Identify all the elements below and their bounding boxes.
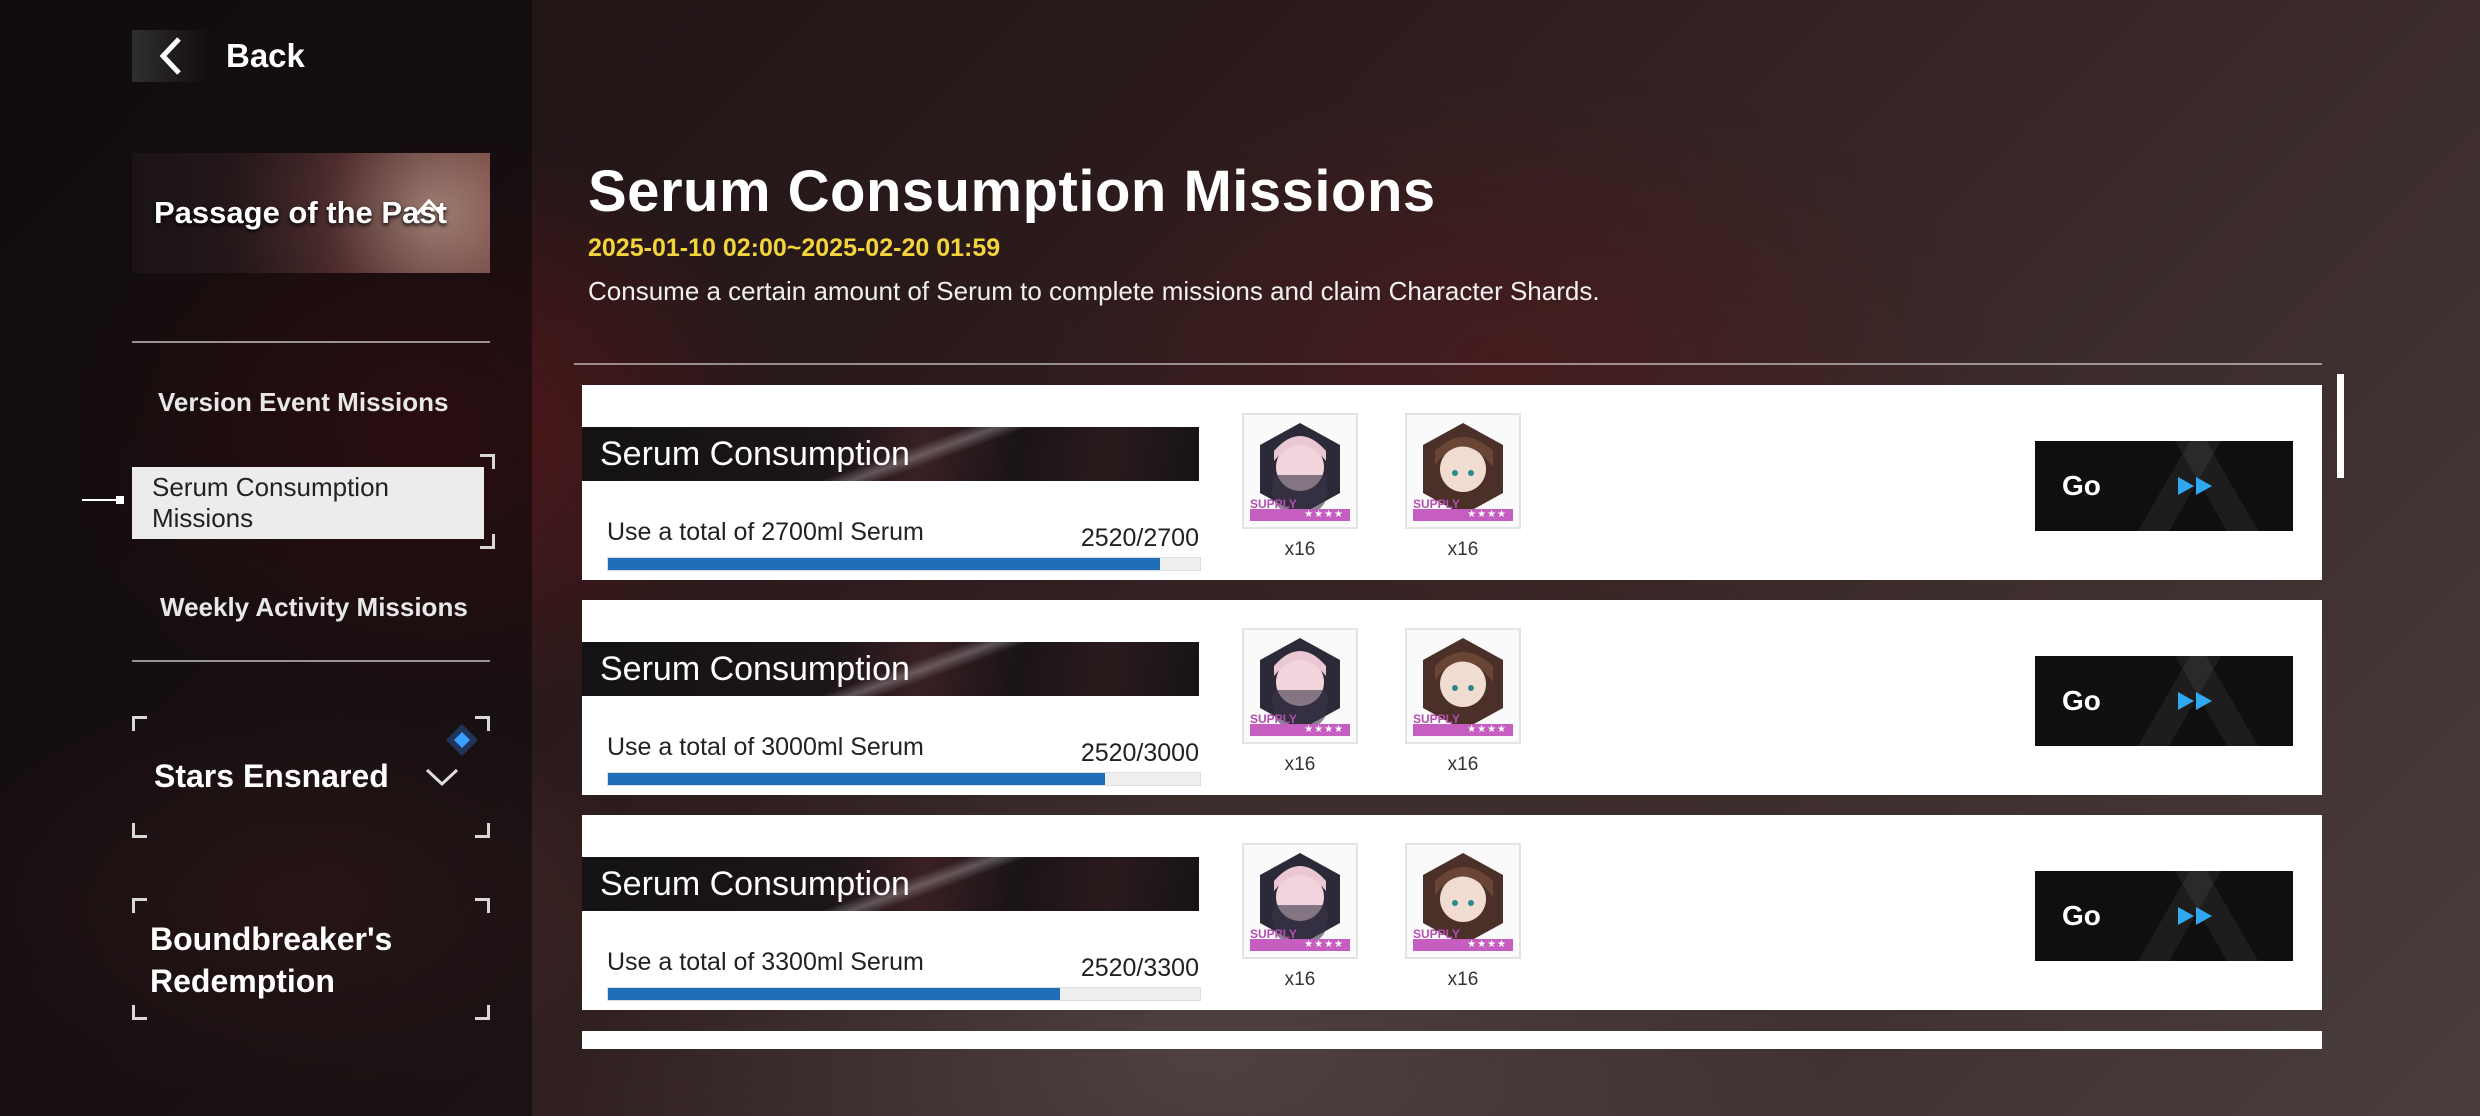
mission-progress-text: 2520/2700 [1080,524,1199,552]
reward-quantity: x16 [1447,969,1479,990]
event-date-range: 2025-01-10 02:00~2025-02-20 01:59 [588,234,1001,262]
go-button-label: Go [2062,900,2101,931]
progress-bar [607,557,1201,571]
scrollbar-thumb[interactable] [2337,374,2344,478]
sidebar-divider [132,660,490,662]
progress-fill [608,558,1161,570]
character-shard-icon: SUPPLY ★★★★ [1405,413,1521,529]
mission-name: Serum Consumption [600,434,910,473]
double-arrow-icon [2178,907,2214,930]
mission-name: Serum Consumption [600,649,910,688]
corner-bracket [475,1005,490,1020]
character-shard-icon: SUPPLY ★★★★ [1405,843,1521,959]
go-button-label: Go [2062,685,2101,716]
reward-item[interactable]: SUPPLY ★★★★ x16 [1242,628,1358,776]
corner-bracket [132,1005,147,1020]
mission-card: Serum Consumption Use a total of 3300ml … [582,815,2322,1010]
mission-progress-text: 2520/3000 [1080,739,1199,767]
back-label: Back [226,37,305,74]
go-button[interactable]: Go [2035,871,2293,961]
corner-bracket [132,898,147,913]
event-description: Consume a certain amount of Serum to com… [588,276,1600,306]
character-shard-icon: SUPPLY ★★★★ [1242,413,1358,529]
mission-header: Serum Consumption [582,642,1199,696]
progress-bar [607,772,1201,786]
reward-quantity: x16 [1284,539,1316,560]
reward-item[interactable]: SUPPLY ★★★★ x16 [1405,628,1521,776]
nav-item-serum-consumption-missions[interactable]: Serum Consumption Missions [132,467,484,539]
reward-item[interactable]: SUPPLY ★★★★ x16 [1242,843,1358,991]
mission-progress-text: 2520/3300 [1080,954,1199,982]
character-shard-icon: SUPPLY ★★★★ [1242,843,1358,959]
reward-item[interactable]: SUPPLY ★★★★ x16 [1242,413,1358,561]
nav-item-label: Weekly Activity Missions [160,591,468,622]
sidebar-divider [132,341,490,343]
reward-rarity: ★★★★ [1467,509,1507,520]
chevron-down-icon [424,766,460,793]
nav-item-weekly-activity-missions[interactable]: Weekly Activity Missions [132,571,490,643]
reward-rarity: ★★★★ [1467,724,1507,735]
reward-rarity: ★★★★ [1304,509,1344,520]
corner-bracket [475,823,490,838]
chevron-left-icon [132,30,208,82]
group-title: Boundbreaker's Redemption [150,921,393,999]
mission-requirement: Use a total of 3300ml Serum [607,948,924,976]
corner-bracket [475,898,490,913]
back-button[interactable]: Back [132,30,305,82]
go-button[interactable]: Go [2035,656,2293,746]
event-banner-title: Passage of the Past [154,195,447,230]
mission-header: Serum Consumption [582,427,1199,481]
mission-requirement: Use a total of 3000ml Serum [607,733,924,761]
corner-bracket [132,823,147,838]
nav-item-label: Version Event Missions [158,386,449,417]
mission-card: Serum Consumption Use a total of 3000ml … [582,600,2322,795]
double-arrow-icon [2178,477,2214,500]
reward-item[interactable]: SUPPLY ★★★★ x16 [1405,413,1521,561]
event-banner[interactable]: Passage of the Past [132,153,490,273]
double-arrow-icon [2178,692,2214,715]
character-shard-icon: SUPPLY ★★★★ [1405,628,1521,744]
nav-item-label: Serum Consumption Missions [152,472,389,533]
reward-rarity: ★★★★ [1304,939,1344,950]
go-button[interactable]: Go [2035,441,2293,531]
character-shard-icon: SUPPLY ★★★★ [1242,628,1358,744]
progress-fill [608,773,1106,785]
reward-quantity: x16 [1447,539,1479,560]
go-button-label: Go [2062,470,2101,501]
reward-rarity: ★★★★ [1304,724,1344,735]
mission-card-partial [582,1031,2322,1049]
nav-item-version-event-missions[interactable]: Version Event Missions [132,366,490,438]
group-stars-ensnared[interactable]: Stars Ensnared [132,716,490,838]
chevron-up-icon [414,197,444,222]
group-boundbreakers-redemption[interactable]: Boundbreaker's Redemption [132,898,490,1020]
progress-fill [608,988,1061,1000]
sidebar: Back Passage of the Past Version Event M… [0,0,532,1116]
diamond-icon [444,722,480,763]
mission-name: Serum Consumption [600,864,910,903]
content-divider [574,363,2322,365]
reward-item[interactable]: SUPPLY ★★★★ x16 [1405,843,1521,991]
group-title: Stars Ensnared [154,758,389,794]
mission-header: Serum Consumption [582,857,1199,911]
progress-bar [607,987,1201,1001]
reward-quantity: x16 [1284,754,1316,775]
corner-bracket [132,716,147,731]
reward-quantity: x16 [1284,969,1316,990]
reward-quantity: x16 [1447,754,1479,775]
corner-bracket [480,534,495,549]
page-title: Serum Consumption Missions [588,159,1436,224]
corner-bracket [480,454,495,469]
mission-card: Serum Consumption Use a total of 2700ml … [582,385,2322,580]
mission-requirement: Use a total of 2700ml Serum [607,518,924,546]
active-indicator [82,496,124,504]
reward-rarity: ★★★★ [1467,939,1507,950]
